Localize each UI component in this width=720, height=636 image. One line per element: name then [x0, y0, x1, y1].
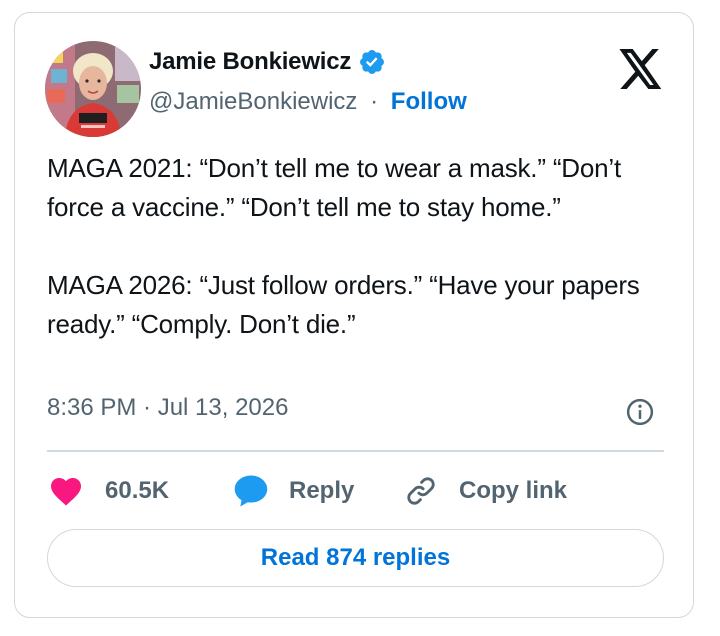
like-button[interactable]: 60.5K	[49, 471, 169, 511]
copy-link-button[interactable]: Copy link	[403, 471, 567, 511]
copy-link-label: Copy link	[459, 477, 568, 504]
link-icon	[403, 474, 439, 508]
heart-icon	[49, 476, 83, 506]
reply-label: Reply	[289, 477, 355, 504]
verified-badge-icon	[358, 48, 386, 76]
tweet-card: Jamie Bonkiewicz @JamieBonkiewicz · Foll…	[14, 12, 694, 618]
read-replies-button[interactable]: Read 874 replies	[47, 529, 664, 587]
handle-row: @JamieBonkiewicz · Follow	[149, 87, 467, 117]
speech-bubble-icon	[233, 474, 269, 508]
divider	[47, 450, 664, 452]
avatar[interactable]	[45, 41, 141, 137]
handle-separator: ·	[370, 88, 379, 115]
author-name[interactable]: Jamie Bonkiewicz	[149, 47, 386, 77]
avatar-image	[45, 41, 141, 137]
like-count: 60.5K	[105, 477, 170, 504]
author-name-text[interactable]: Jamie Bonkiewicz	[149, 47, 351, 77]
x-logo-icon[interactable]	[619, 49, 663, 89]
reply-button[interactable]: Reply	[233, 471, 354, 511]
tweet-text: MAGA 2021: “Don’t tell me to wear a mask…	[47, 153, 640, 339]
follow-button[interactable]: Follow	[391, 88, 467, 115]
info-icon[interactable]	[625, 397, 655, 427]
tweet-timestamp[interactable]: 8:36 PM · Jul 13, 2026	[47, 393, 288, 423]
author-handle[interactable]: @JamieBonkiewicz	[149, 88, 357, 115]
